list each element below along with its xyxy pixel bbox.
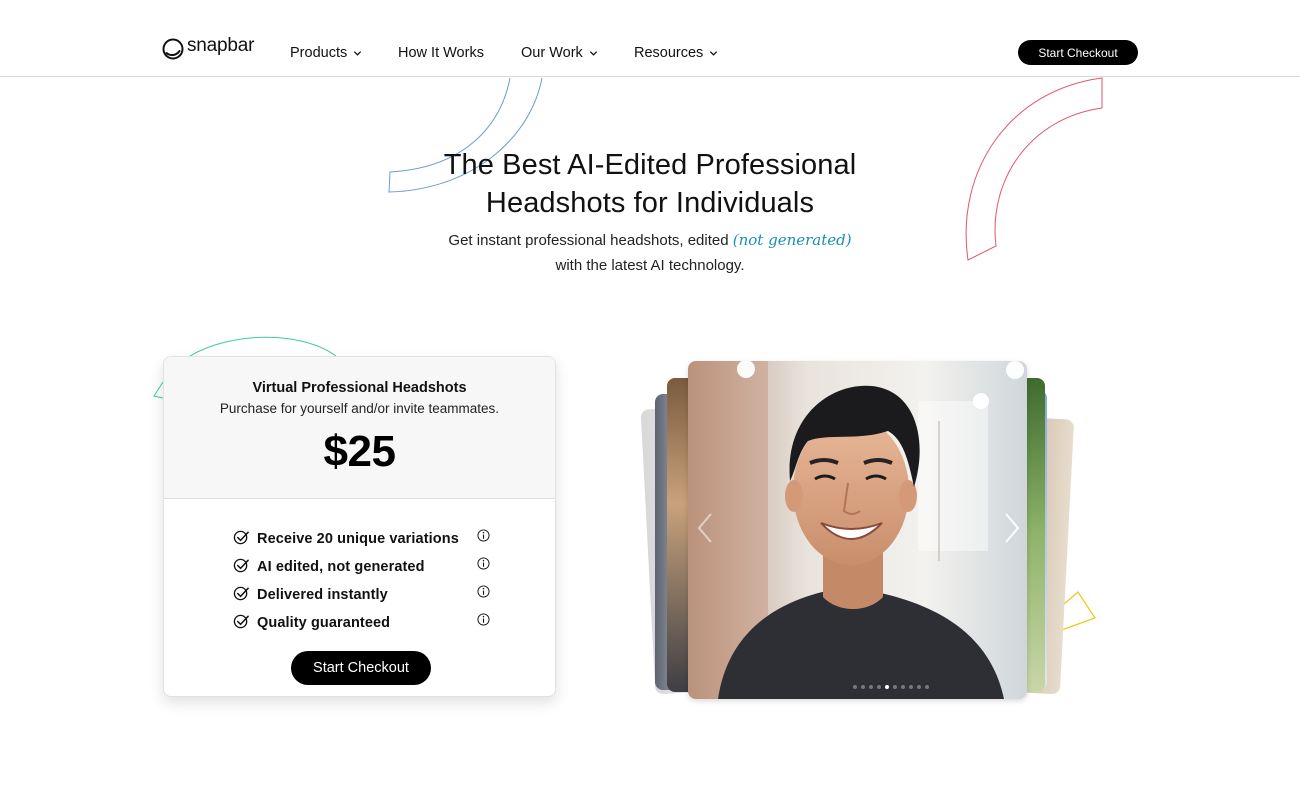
chevron-down-icon bbox=[354, 50, 362, 56]
nav-item-label: How It Works bbox=[398, 45, 484, 61]
carousel-dot[interactable] bbox=[893, 685, 897, 689]
chevron-down-icon bbox=[589, 50, 597, 56]
nav-item-label: Resources bbox=[634, 45, 704, 61]
headshot-photo bbox=[688, 361, 1027, 699]
green-arc-decor bbox=[189, 336, 337, 357]
chevron-left-icon[interactable] bbox=[695, 510, 717, 546]
pricing-title: Virtual Professional Headshots bbox=[252, 380, 467, 396]
carousel-active-headshot bbox=[688, 361, 1027, 699]
check-circle-icon bbox=[233, 586, 249, 601]
info-icon[interactable] bbox=[477, 529, 490, 542]
carousel-dot[interactable] bbox=[877, 685, 881, 689]
feature-label: Quality guaranteed bbox=[257, 615, 391, 631]
nav-item-resources[interactable]: Resources bbox=[634, 44, 734, 62]
pricing-card: Virtual Professional Headshots Purchase … bbox=[163, 356, 556, 697]
feature-label: AI edited, not generated bbox=[257, 559, 425, 575]
nav-item-how-it-works[interactable]: How It Works bbox=[398, 44, 521, 62]
snapbar-logo[interactable]: snapbar bbox=[162, 35, 255, 60]
pricing-description: Purchase for yourself and/or invite team… bbox=[219, 401, 500, 416]
hero-title: The Best AI-Edited Professional Headshot… bbox=[350, 146, 950, 222]
nav-start-checkout-button[interactable]: Start Checkout bbox=[1018, 40, 1138, 65]
check-circle-icon bbox=[233, 530, 249, 545]
nav-links: Products How It Works Our Work Resources bbox=[290, 44, 734, 62]
green-tick-decor bbox=[153, 381, 164, 399]
start-checkout-button[interactable]: Start Checkout bbox=[291, 651, 431, 685]
nav-item-label: Products bbox=[290, 45, 348, 61]
hero-subtitle-part1: Get instant professional headshots, edit… bbox=[448, 232, 729, 249]
carousel-dot[interactable] bbox=[869, 685, 873, 689]
carousel-dot[interactable] bbox=[909, 685, 913, 689]
red-arc-decor bbox=[965, 77, 1103, 261]
feature-item: Quality guaranteed bbox=[233, 609, 493, 637]
hero-title-line2: Headshots for Individuals bbox=[485, 187, 815, 219]
info-icon[interactable] bbox=[477, 557, 490, 570]
feature-list: Receive 20 unique variations AI edited, … bbox=[233, 525, 493, 637]
headshot-carousel[interactable] bbox=[640, 360, 1075, 705]
pricing-price: $25 bbox=[323, 427, 396, 476]
feature-item: AI edited, not generated bbox=[233, 553, 493, 581]
carousel-dot[interactable] bbox=[853, 685, 857, 689]
carousel-dot-active[interactable] bbox=[885, 685, 889, 689]
hero-subtitle: Get instant professional headshots, edit… bbox=[350, 228, 950, 278]
check-circle-icon bbox=[233, 558, 249, 573]
hero-subtitle-part2: with the latest AI technology. bbox=[555, 257, 745, 274]
carousel-dot[interactable] bbox=[901, 685, 905, 689]
logo-text: snapbar bbox=[187, 35, 255, 56]
feature-item: Delivered instantly bbox=[233, 581, 493, 609]
feature-item: Receive 20 unique variations bbox=[233, 525, 493, 553]
check-circle-icon bbox=[233, 614, 249, 629]
nav-item-our-work[interactable]: Our Work bbox=[521, 44, 634, 62]
chevron-right-icon[interactable] bbox=[1000, 510, 1022, 546]
hero-subtitle-accent: (not generated) bbox=[732, 231, 852, 249]
info-icon[interactable] bbox=[477, 613, 490, 626]
feature-label: Receive 20 unique variations bbox=[257, 531, 459, 547]
pricing-card-header: Virtual Professional Headshots Purchase … bbox=[164, 357, 555, 499]
chevron-down-icon bbox=[710, 50, 718, 56]
nav-item-label: Our Work bbox=[521, 45, 583, 61]
carousel-dot[interactable] bbox=[861, 685, 865, 689]
carousel-dot[interactable] bbox=[925, 685, 929, 689]
nav-item-products[interactable]: Products bbox=[290, 44, 398, 62]
info-icon[interactable] bbox=[477, 585, 490, 598]
carousel-dot[interactable] bbox=[917, 685, 921, 689]
carousel-dots bbox=[853, 685, 929, 689]
snapbar-logo-icon bbox=[162, 38, 184, 60]
feature-label: Delivered instantly bbox=[257, 587, 388, 603]
hero-title-line1: The Best AI-Edited Professional bbox=[443, 149, 857, 181]
top-navigation: snapbar Products How It Works Our Work R… bbox=[0, 0, 1300, 77]
